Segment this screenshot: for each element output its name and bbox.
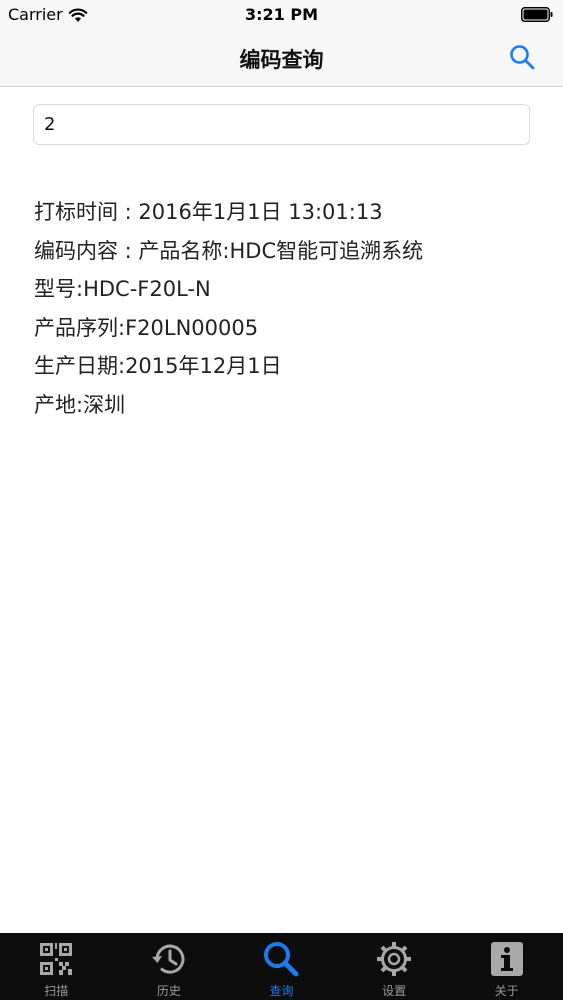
tab-scan[interactable]: 扫描 [0,933,113,1000]
tab-label-query: 查询 [269,984,294,998]
search-icon [264,942,299,977]
result-block: 打标时间 : 2016年1月1日 13:01:13 编码内容 : 产品名称:HD… [34,193,534,424]
tab-query[interactable]: 查询 [225,933,338,1000]
page-title: 编码查询 [239,48,324,72]
result-line-origin: 产地:深圳 [34,392,126,417]
tab-label-history: 历史 [156,984,181,998]
tab-about[interactable]: 关于 [450,933,563,1000]
gear-icon [377,942,412,976]
tab-history[interactable]: 历史 [113,933,226,1000]
tab-settings[interactable]: 设置 [338,933,451,1000]
result-line-production-date: 生产日期:2015年12月1日 [34,354,282,378]
status-bar: Carrier 3:21 PM [0,0,563,30]
tab-label-settings: 设置 [382,984,407,998]
battery-icon [521,7,553,22]
navigation-bar: 编码查询 [0,30,563,87]
status-time: 3:21 PM [244,5,318,24]
tab-label-about: 关于 [494,984,519,998]
result-line-model: 型号:HDC-F20L-N [34,277,211,301]
result-line-marking-time: 打标时间 : 2016年1月1日 13:01:13 [34,200,383,224]
search-icon[interactable] [507,42,537,72]
tab-bar: 扫描 历史 查询 设置 关于 [0,933,563,1000]
qr-code-icon [40,943,73,975]
tab-label-scan: 扫描 [44,984,69,998]
info-icon [490,942,523,976]
result-line-serial: 产品序列:F20LN00005 [34,315,259,340]
result-line-code-content: 编码内容 : 产品名称:HDC智能可追溯系统 [34,238,424,263]
query-input[interactable] [33,104,530,145]
history-icon [151,944,185,974]
